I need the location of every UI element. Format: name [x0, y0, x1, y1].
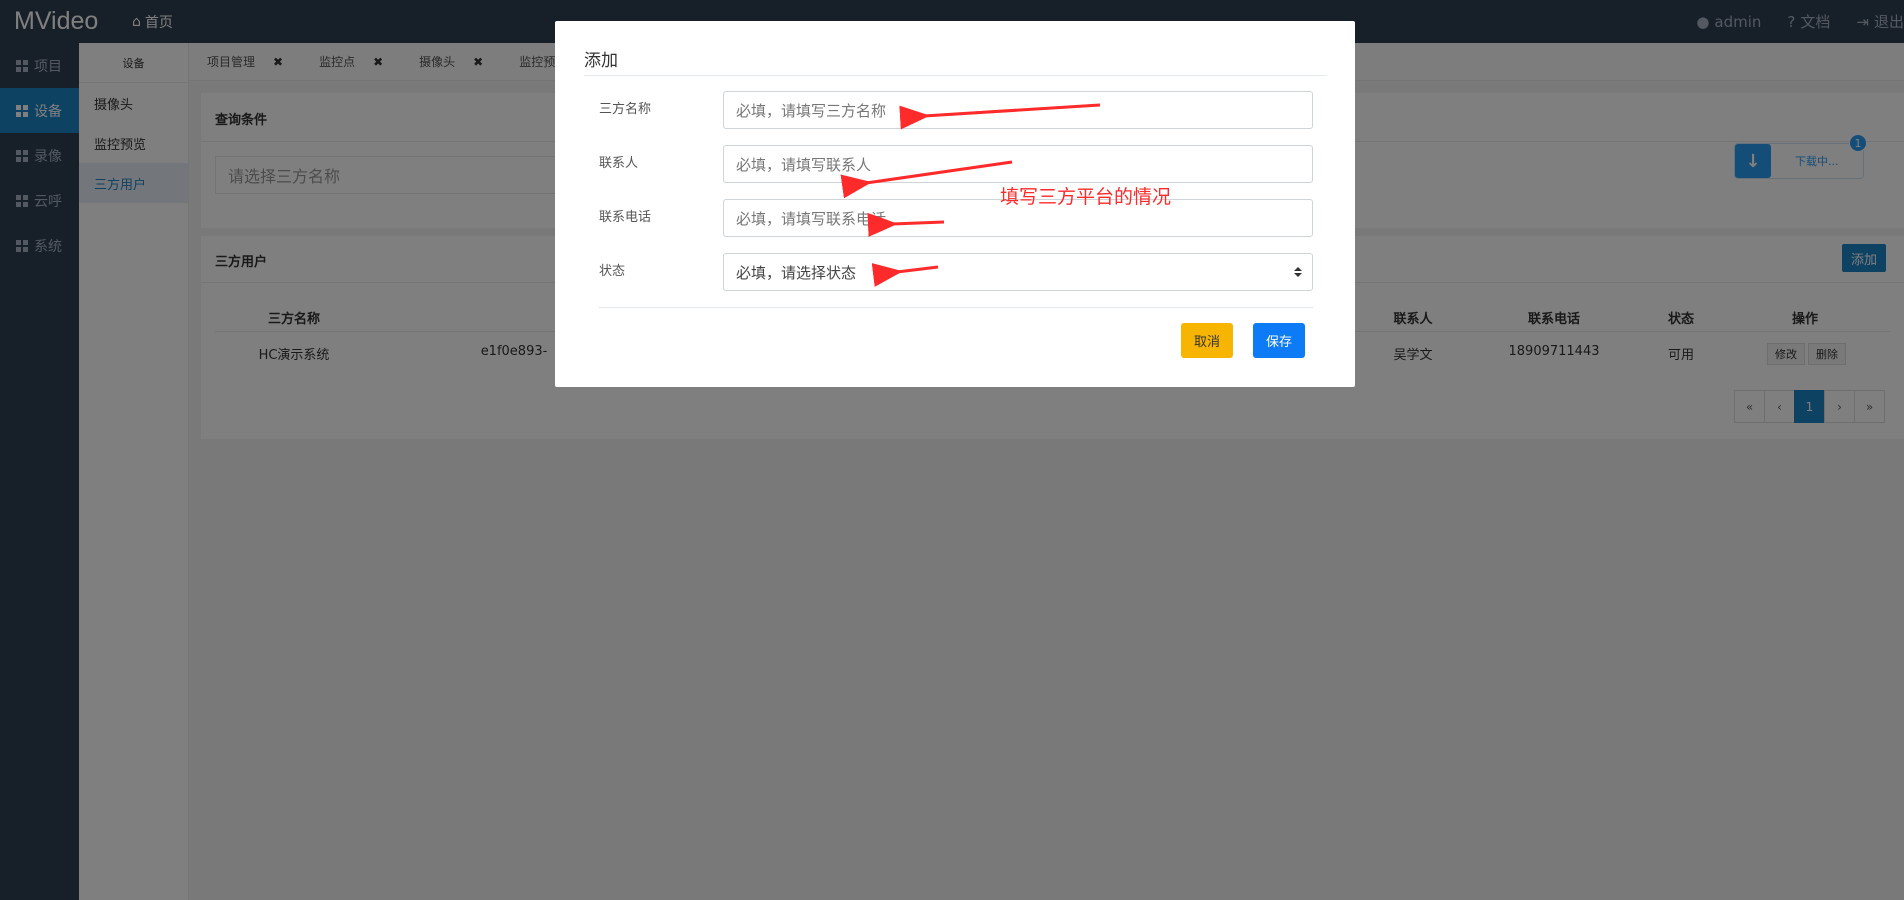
contact-input[interactable]: 必填，请填写联系人 — [723, 145, 1313, 183]
divider — [599, 307, 1313, 308]
field-label: 状态 — [599, 264, 626, 279]
sort-caret-icon — [1294, 267, 1302, 277]
divider — [584, 75, 1327, 76]
form-row-contact: 联系人 必填，请填写联系人 — [599, 145, 1313, 185]
annotation-text: 填写三方平台的情况 — [1000, 186, 1172, 208]
form-row-status: 状态 必填，请选择状态 — [599, 253, 1313, 293]
status-select[interactable]: 必填，请选择状态 — [723, 253, 1313, 291]
form-row-phone: 联系电话 必填，请填写联系电话 — [599, 199, 1313, 239]
save-button[interactable]: 保存 — [1253, 323, 1305, 358]
add-modal: 添加 三方名称 必填，请填写三方名称 联系人 必填，请填写联系人 联系电话 必填… — [555, 21, 1355, 387]
third-party-name-input[interactable]: 必填，请填写三方名称 — [723, 91, 1313, 129]
form-row-name: 三方名称 必填，请填写三方名称 — [599, 91, 1313, 131]
field-label: 联系人 — [599, 156, 639, 171]
status-select-value: 必填，请选择状态 — [736, 263, 857, 282]
modal-title: 添加 — [584, 51, 618, 71]
field-label: 三方名称 — [599, 102, 652, 117]
field-label: 联系电话 — [599, 210, 652, 225]
cancel-button[interactable]: 取消 — [1181, 323, 1233, 358]
